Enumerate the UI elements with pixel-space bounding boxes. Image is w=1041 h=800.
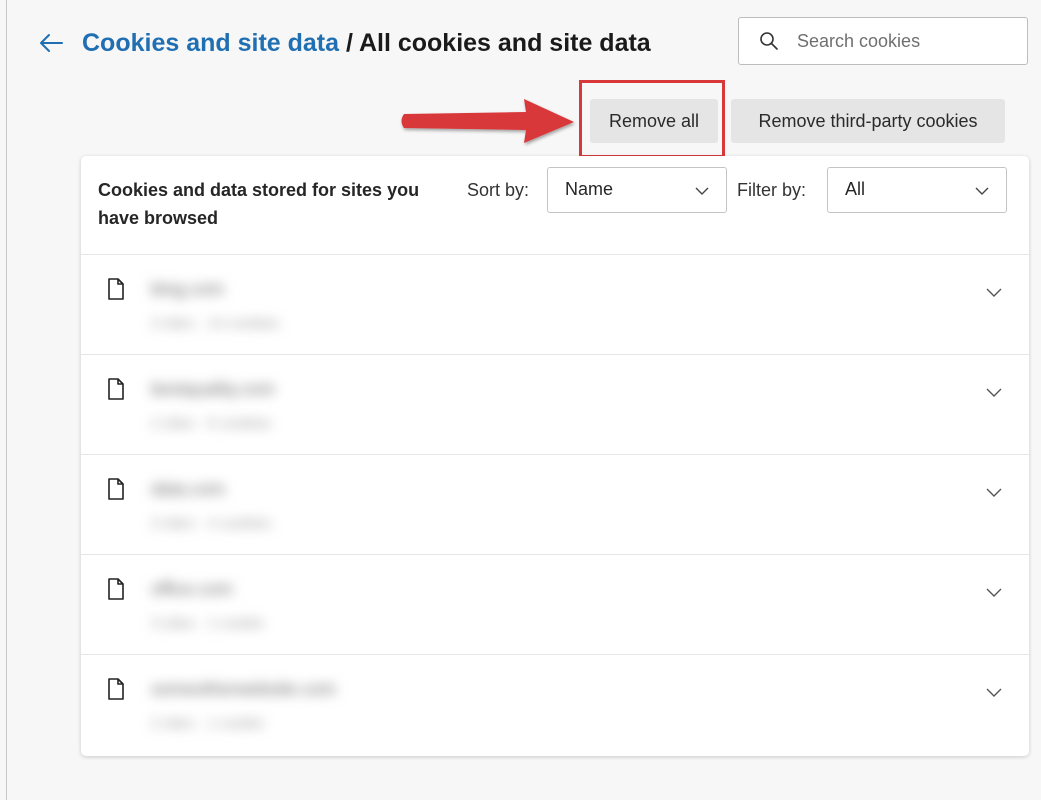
site-row[interactable]: bing.com 3 sites · 14 cookies: [81, 255, 1029, 355]
file-icon: [108, 578, 124, 600]
site-row[interactable]: data.com 3 sites · 4 cookies: [81, 455, 1029, 555]
filter-dropdown[interactable]: All: [827, 167, 1007, 213]
chevron-down-icon: [695, 187, 709, 195]
file-icon: [108, 478, 124, 500]
breadcrumb-cookies-and-site-data[interactable]: Cookies and site data: [82, 29, 339, 57]
page-title: All cookies and site data: [358, 29, 651, 57]
expand-chevron-icon[interactable]: [985, 383, 1003, 401]
sort-dropdown[interactable]: Name: [547, 167, 727, 213]
expand-chevron-icon[interactable]: [985, 583, 1003, 601]
sort-label: Sort by:: [467, 180, 530, 200]
list-title: Cookies and data stored for sites you ha…: [98, 180, 420, 228]
site-meta: 3 sites · 4 cookies: [151, 515, 272, 532]
search-box[interactable]: [738, 17, 1028, 65]
filter-dropdown-value: All: [845, 179, 866, 199]
expand-chevron-icon[interactable]: [985, 283, 1003, 301]
back-arrow-icon[interactable]: [36, 28, 66, 58]
remove-third-party-cookies-button[interactable]: Remove third-party cookies: [731, 99, 1005, 143]
search-icon: [760, 32, 778, 50]
cookies-list-card: Cookies and data stored for sites you ha…: [81, 156, 1029, 756]
site-row[interactable]: office.com 3 sites · 1 cookie: [81, 555, 1029, 655]
site-name: office.com: [151, 579, 233, 599]
breadcrumb-separator: /: [339, 29, 359, 57]
settings-page: Cookies and site data / All cookies and …: [0, 0, 1041, 800]
file-icon: [108, 378, 124, 400]
site-meta: 3 sites · 14 cookies: [151, 315, 280, 332]
filter-label: Filter by:: [737, 180, 807, 200]
site-meta: 3 sites · 1 cookie: [151, 615, 264, 632]
site-name: bestquality.com: [151, 379, 275, 399]
chevron-down-icon: [975, 187, 989, 195]
site-meta: 2 sites · 6 cookies: [151, 415, 272, 432]
expand-chevron-icon[interactable]: [985, 683, 1003, 701]
file-icon: [108, 678, 124, 700]
site-name: someotherwebsite.com: [151, 679, 337, 699]
annotation-arrow-icon: [401, 99, 574, 143]
remove-all-button[interactable]: Remove all: [590, 99, 718, 143]
breadcrumb: Cookies and site data / All cookies and …: [82, 26, 651, 60]
expand-chevron-icon[interactable]: [985, 483, 1003, 501]
search-input[interactable]: [795, 29, 1009, 53]
site-row[interactable]: bestquality.com 2 sites · 6 cookies: [81, 355, 1029, 455]
site-name: data.com: [151, 479, 226, 499]
site-row[interactable]: someotherwebsite.com 2 sites · 1 cookie: [81, 655, 1029, 755]
site-meta: 2 sites · 1 cookie: [151, 715, 264, 732]
left-divider: [6, 0, 7, 800]
file-icon: [108, 278, 124, 300]
list-header: Cookies and data stored for sites you ha…: [81, 156, 1029, 255]
site-name: bing.com: [151, 279, 225, 299]
sort-dropdown-value: Name: [565, 179, 614, 199]
